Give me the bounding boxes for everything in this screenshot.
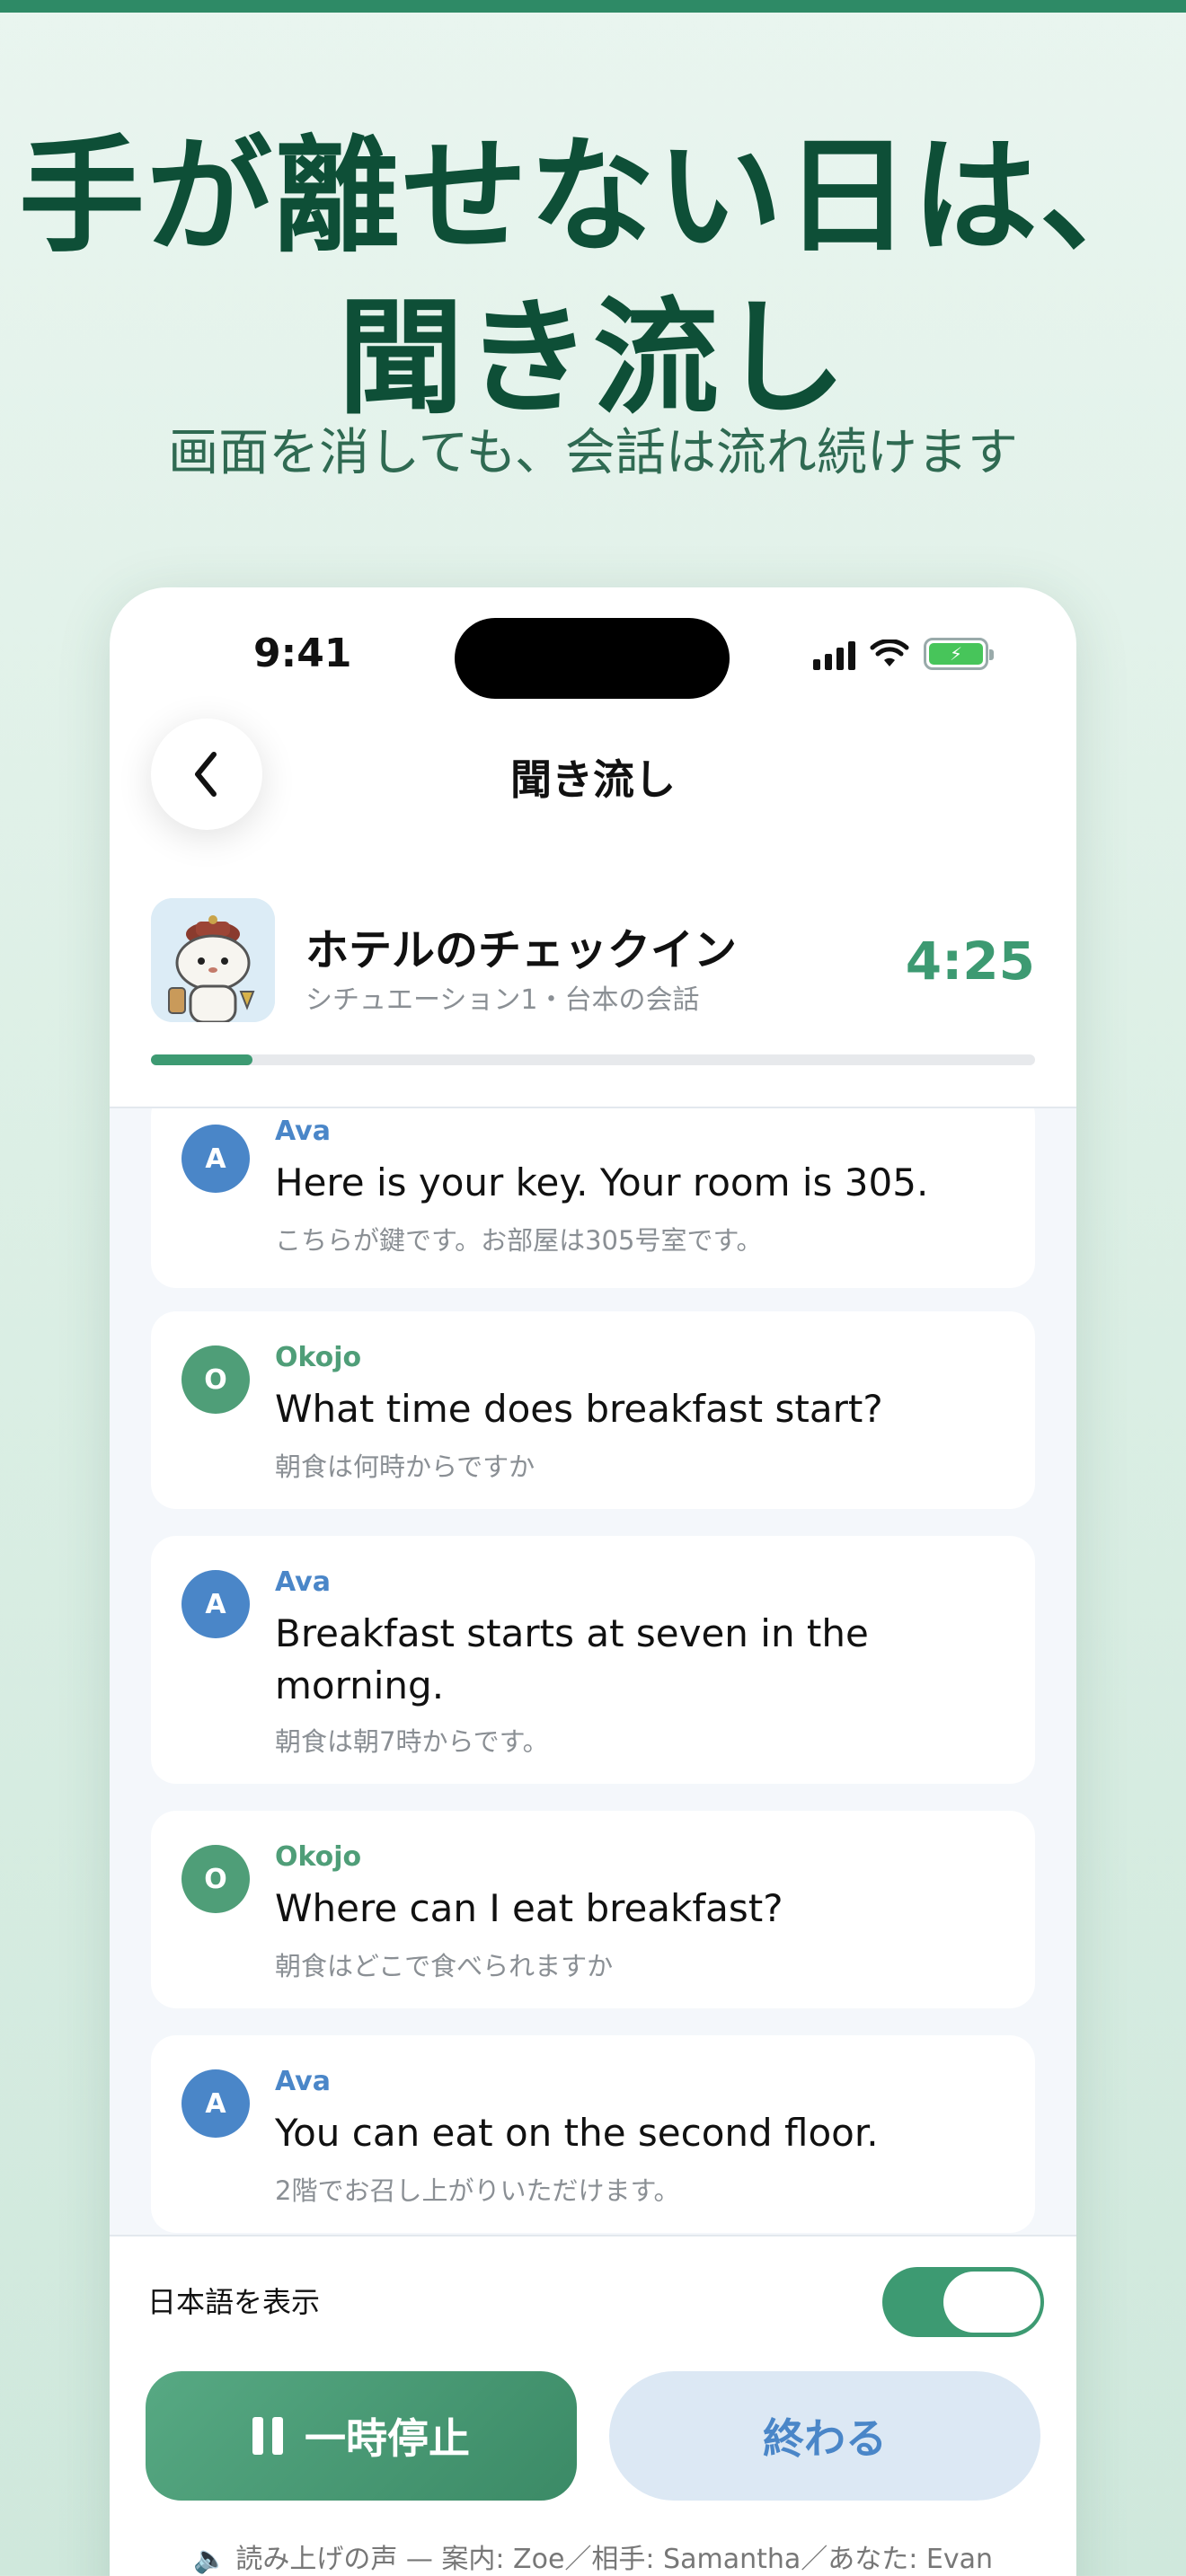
avatar: O	[181, 1845, 250, 1913]
ferret-mascot-icon	[151, 898, 275, 1022]
message-bubble: O Okojo Where can I eat breakfast? 朝食はどこ…	[151, 1811, 1035, 2008]
voice-info-text: 読み上げの声 — 案内: Zoe／相手: Samantha／あなた: Evan	[235, 2544, 994, 2575]
hero-title: 手が離せない日は、 聞き流し	[0, 117, 1186, 440]
message-japanese: 2階でお召し上がりいただけます。	[275, 2175, 680, 2206]
dynamic-island	[455, 618, 730, 699]
playback-progress-bar[interactable]	[151, 1054, 1035, 1065]
cellular-signal-icon	[813, 641, 855, 670]
avatar: O	[181, 1345, 250, 1414]
scenario-title: ホテルのチェックイン	[305, 925, 738, 975]
speaker-name: Ava	[275, 1566, 331, 1598]
speaker-name: Ava	[275, 2066, 331, 2097]
message-english: Here is your key. Your room is 305.	[275, 1160, 929, 1204]
message-bubble: O Okojo What time does breakfast start? …	[151, 1311, 1035, 1509]
hero-subtitle: 画面を消しても、会話は流れ続けます	[168, 424, 1018, 482]
hero-title-line-1: 手が離せない日は、	[18, 124, 1167, 270]
pause-button[interactable]: 一時停止	[146, 2371, 577, 2501]
status-icons: ⚡	[813, 638, 994, 670]
speaker-icon: 🔈	[192, 2544, 227, 2575]
message-japanese: こちらが鍵です。お部屋は305号室です。	[275, 1225, 763, 1256]
message-japanese: 朝食はどこで食べられますか	[275, 1951, 614, 1981]
message-english: Breakfast starts at seven in the morning…	[275, 1611, 869, 1707]
status-time: 9:41	[253, 631, 352, 676]
voice-info: 🔈 読み上げの声 — 案内: Zoe／相手: Samantha／あなた: Evan	[110, 2536, 1076, 2576]
avatar: A	[181, 1570, 250, 1638]
progress-fill	[151, 1054, 253, 1065]
message-english: Where can I eat breakfast?	[275, 1886, 783, 1930]
message-bubble: A Ava Breakfast starts at seven in the m…	[151, 1536, 1035, 1784]
scenario-header: ホテルのチェックイン シチュエーション1・台本の会話 4:25	[151, 898, 1035, 1024]
end-button-label: 終わる	[763, 2414, 887, 2463]
avatar: A	[181, 1125, 250, 1193]
nav-title: 聞き流し	[510, 755, 676, 804]
battery-charging-glyph: ⚡	[929, 643, 983, 665]
time-remaining: 4:25	[905, 931, 1035, 992]
show-japanese-toggle[interactable]	[882, 2267, 1044, 2337]
speaker-name: Okojo	[275, 1342, 362, 1373]
battery-icon: ⚡	[924, 638, 994, 670]
message-bubble: A Ava Here is your key. Your room is 305…	[151, 1108, 1035, 1288]
message-japanese: 朝食は朝7時からです。	[275, 1726, 549, 1757]
avatar: A	[181, 2069, 250, 2138]
message-english: You can eat on the second floor.	[275, 2111, 879, 2155]
scenario-subtitle: シチュエーション1・台本の会話	[305, 984, 700, 1016]
show-japanese-label: 日本語を表示	[147, 2285, 321, 2319]
hero-title-line-2: 聞き流し	[337, 286, 848, 432]
top-accent-bar	[0, 0, 1186, 13]
pause-icon	[252, 2417, 283, 2455]
message-bubble: A Ava You can eat on the second floor. 2…	[151, 2035, 1035, 2233]
message-japanese: 朝食は何時からですか	[275, 1451, 535, 1482]
speaker-name: Okojo	[275, 1841, 362, 1873]
pause-button-label: 一時停止	[305, 2414, 470, 2463]
wifi-icon	[870, 640, 909, 666]
transcript-list[interactable]: A Ava Here is your key. Your room is 305…	[110, 1107, 1076, 2236]
phone-frame: 9:41 ⚡ 聞き流し ホテルのチェックイン シチュエーション1・台本の会話 4…	[110, 587, 1076, 2576]
end-button[interactable]: 終わる	[609, 2371, 1040, 2501]
speaker-name: Ava	[275, 1116, 331, 1147]
message-english: What time does breakfast start?	[275, 1387, 883, 1431]
toggle-knob	[943, 2272, 1040, 2333]
